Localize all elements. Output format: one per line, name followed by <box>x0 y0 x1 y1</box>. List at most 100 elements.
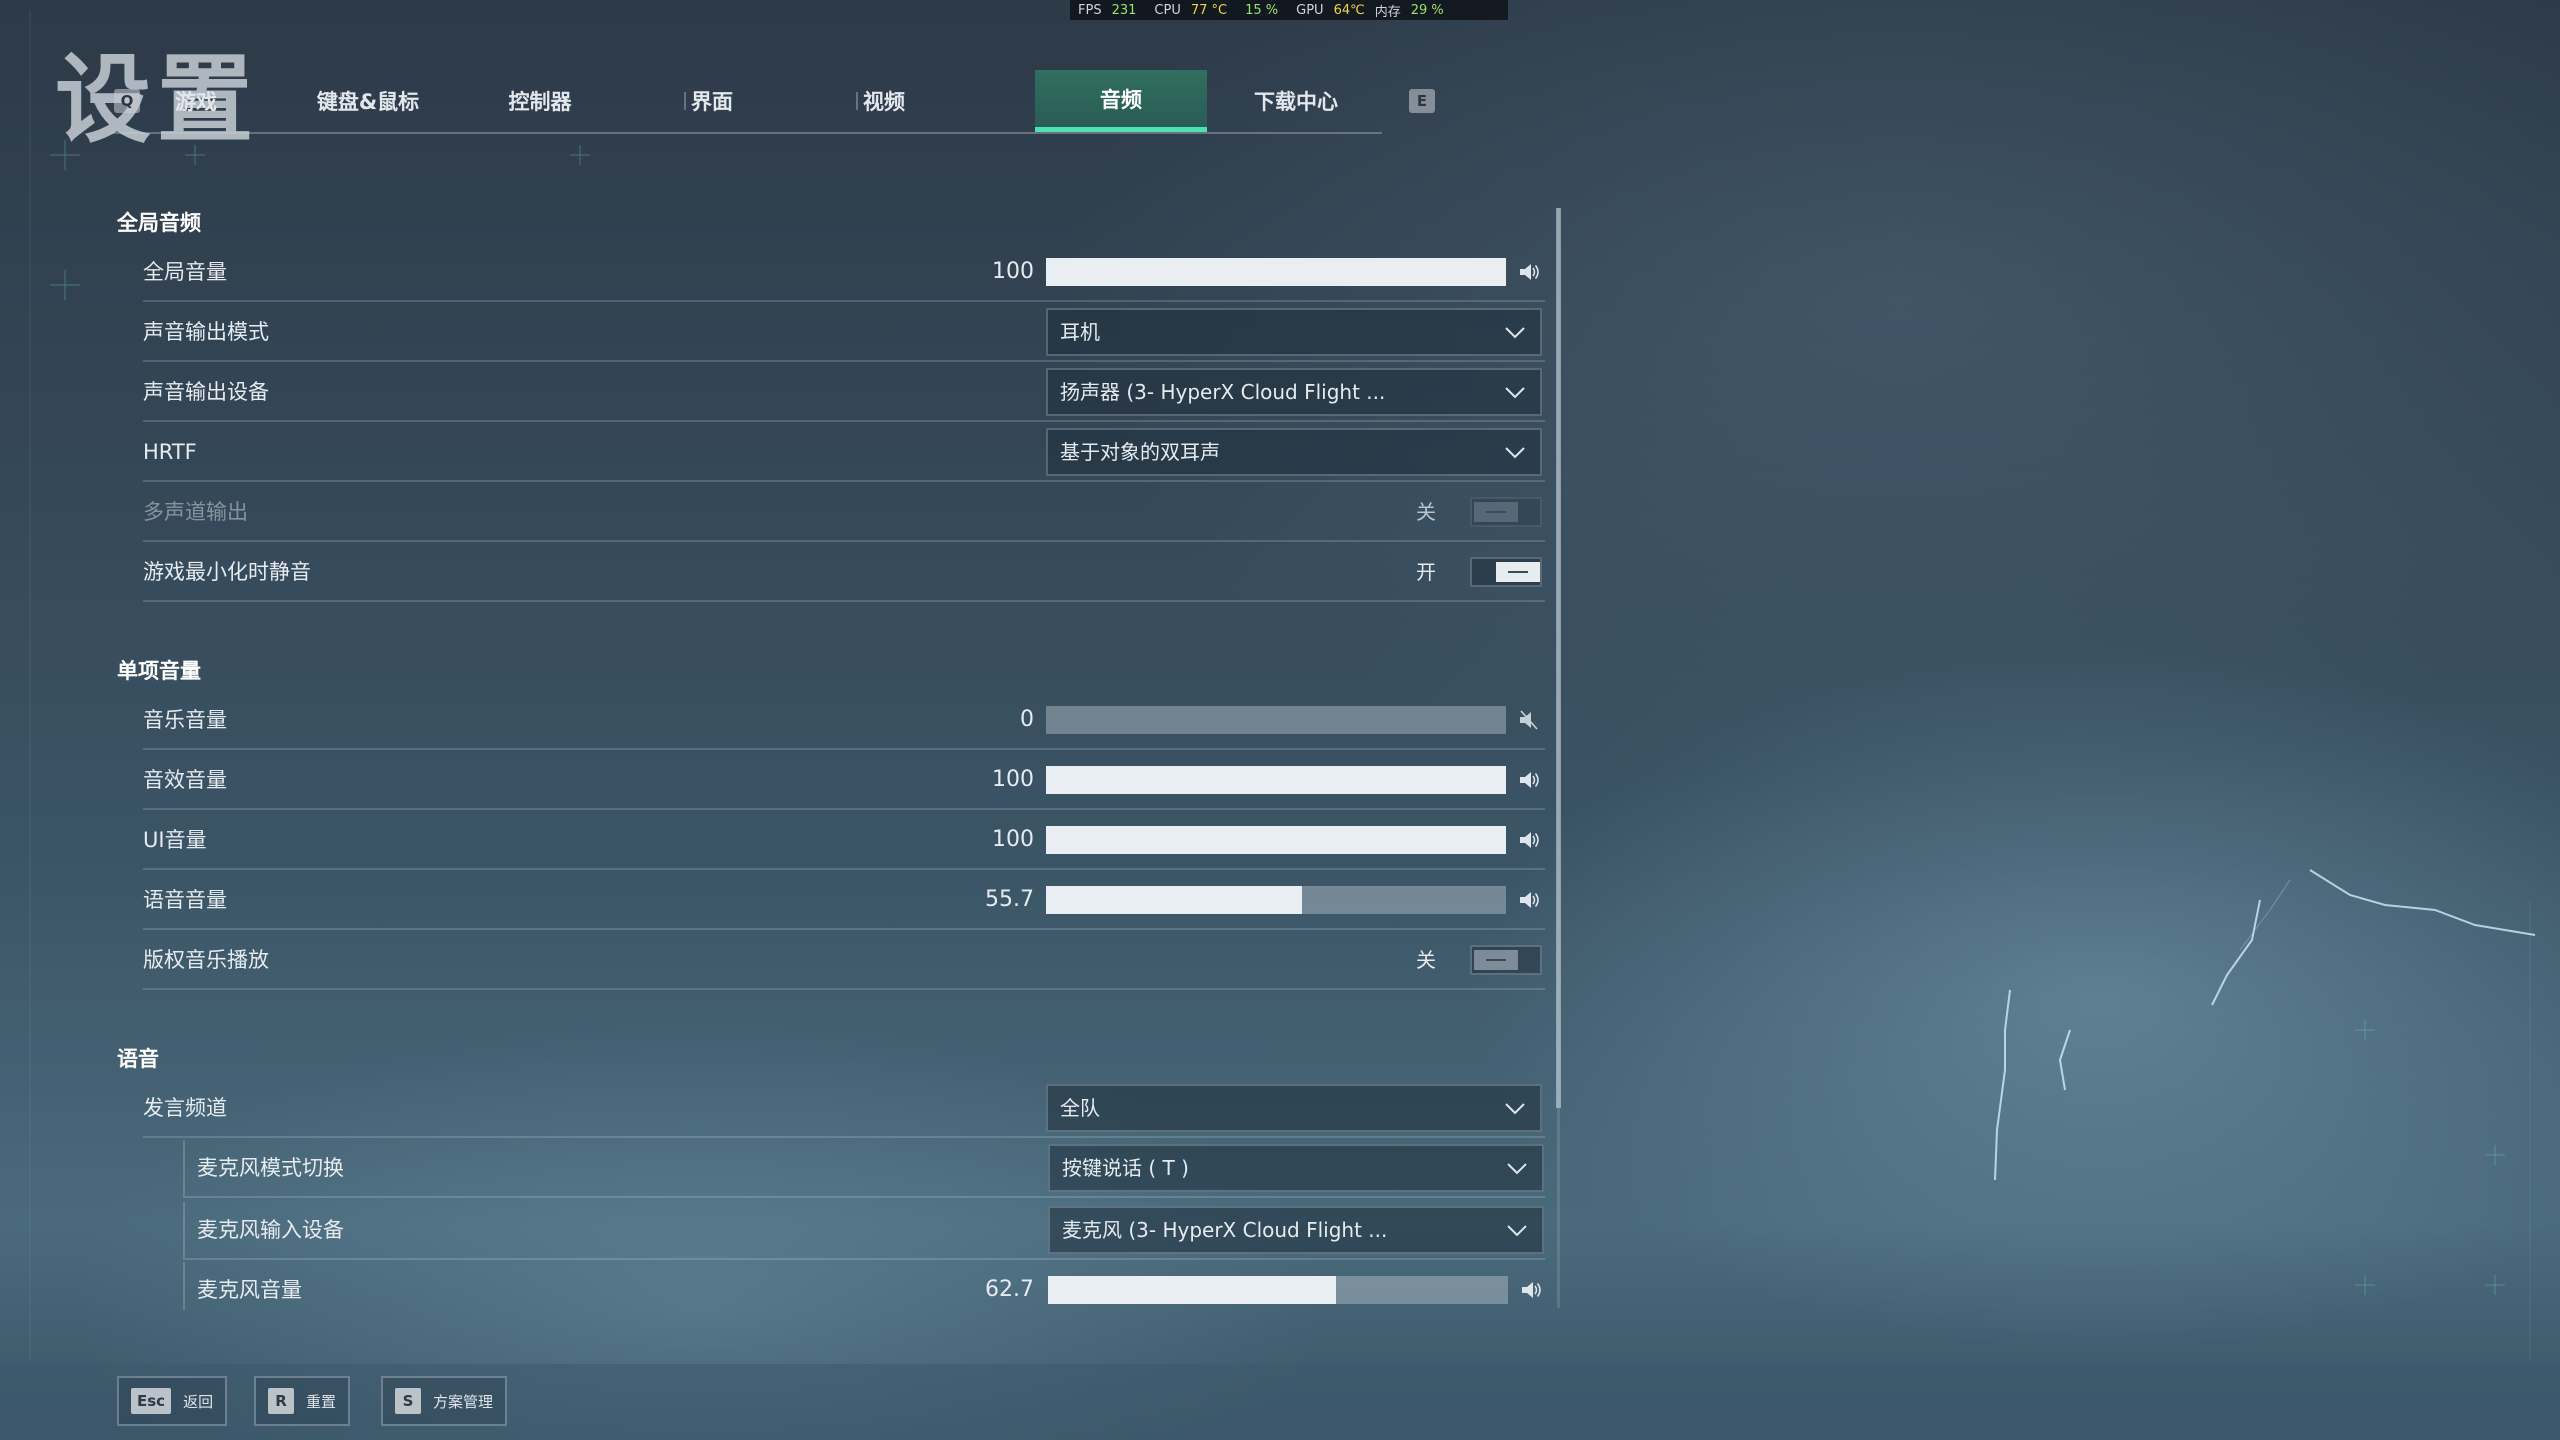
speaker-icon[interactable] <box>1518 829 1540 851</box>
setting-label: 麦克风音量 <box>197 1278 302 1302</box>
speaker-icon[interactable] <box>1518 261 1540 283</box>
setting-label: 发言频道 <box>143 1096 227 1120</box>
volume-value: 100 <box>992 827 1034 852</box>
slider-fill <box>1046 258 1506 286</box>
tab-video[interactable]: 视频 <box>798 70 970 132</box>
ui-volume-slider[interactable] <box>1046 826 1506 854</box>
slider-fill <box>1046 766 1506 794</box>
setting-voice-volume: 语音音量 55.7 <box>143 872 1545 930</box>
mic-mode-dropdown[interactable]: 按键说话 ( T ) <box>1048 1144 1544 1192</box>
scrollbar-thumb[interactable] <box>1556 208 1561 1108</box>
multichannel-toggle[interactable] <box>1470 497 1542 527</box>
next-tab-key[interactable]: E <box>1409 89 1435 113</box>
toggle-knob <box>1496 562 1540 582</box>
chevron-down-icon <box>1505 387 1525 399</box>
setting-label: 版权音乐播放 <box>143 948 269 972</box>
tab-label: 控制器 <box>508 90 572 114</box>
chevron-down-icon <box>1505 1103 1525 1115</box>
voice-volume-slider[interactable] <box>1046 886 1506 914</box>
tab-label: 视频 <box>863 90 905 114</box>
dropdown-selected-value: 扬声器 (3- HyperX Cloud Flight ... <box>1060 380 1386 404</box>
memory-usage: 29 % <box>1410 2 1444 18</box>
dropdown-selected-value: 基于对象的双耳声 <box>1060 440 1220 464</box>
lightning-decoration <box>1994 869 2536 1181</box>
back-button-label: 返回 <box>183 1392 214 1411</box>
cpu-usage: 15 % <box>1245 2 1279 18</box>
tab-controller[interactable]: 控制器 <box>454 70 626 132</box>
volume-value: 0 <box>1020 707 1034 732</box>
dropdown-selected-value: 耳机 <box>1060 320 1100 344</box>
speaker-icon[interactable] <box>1520 1279 1542 1301</box>
tab-keyboard-mouse[interactable]: 键盘&鼠标 <box>282 70 454 132</box>
chevron-down-icon <box>1505 327 1525 339</box>
setting-label: 麦克风模式切换 <box>197 1156 344 1180</box>
setting-sfx-volume: 音效音量 100 <box>143 752 1545 810</box>
volume-value: 62.7 <box>985 1277 1034 1302</box>
setting-label: 音乐音量 <box>143 708 227 732</box>
fps-value: 231 <box>1111 2 1137 18</box>
tab-label: 下载中心 <box>1254 90 1338 114</box>
setting-label: 麦克风输入设备 <box>197 1218 344 1242</box>
setting-voice-channel: 发言频道 全队 <box>143 1080 1545 1138</box>
setting-label: 全局音量 <box>143 260 227 284</box>
master-volume-slider[interactable] <box>1046 258 1506 286</box>
toggle-knob-dash <box>1508 571 1528 573</box>
mute-minimized-toggle[interactable] <box>1470 557 1542 587</box>
gpu-temp: 64℃ <box>1333 2 1365 18</box>
setting-label: 语音音量 <box>143 888 227 912</box>
output-device-dropdown[interactable]: 扬声器 (3- HyperX Cloud Flight ... <box>1046 368 1542 416</box>
setting-label: 音效音量 <box>143 768 227 792</box>
tab-bar: Q 游戏 键盘&鼠标 控制器 界面 视频 音频 下载中心 E <box>110 70 1435 134</box>
setting-label: 声音输出模式 <box>143 320 269 344</box>
chevron-down-icon <box>1505 447 1525 459</box>
section-title-voice: 语音 <box>117 1047 159 1071</box>
setting-label: UI音量 <box>143 828 207 852</box>
cpu-label: CPU <box>1154 2 1181 18</box>
toggle-knob <box>1474 502 1518 522</box>
key-hint-esc: Esc <box>131 1388 172 1414</box>
speaker-muted-icon[interactable] <box>1518 709 1540 731</box>
setting-label: 声音输出设备 <box>143 380 269 404</box>
setting-label: 游戏最小化时静音 <box>143 560 311 584</box>
speaker-icon[interactable] <box>1518 889 1540 911</box>
tab-label: 音频 <box>1100 87 1142 112</box>
mic-volume-slider[interactable] <box>1048 1276 1508 1304</box>
setting-output-device: 声音输出设备 扬声器 (3- HyperX Cloud Flight ... <box>143 364 1545 422</box>
back-button[interactable]: Esc 返回 <box>117 1376 228 1426</box>
dropdown-selected-value: 按键说话 ( T ) <box>1062 1156 1189 1180</box>
chevron-down-icon <box>1507 1163 1527 1175</box>
tab-audio[interactable]: 音频 <box>1035 70 1207 132</box>
volume-value: 100 <box>992 767 1034 792</box>
preset-manager-button[interactable]: S 方案管理 <box>381 1376 508 1426</box>
setting-licensed-music: 版权音乐播放 关 <box>143 932 1545 990</box>
output-mode-dropdown[interactable]: 耳机 <box>1046 308 1542 356</box>
setting-label: HRTF <box>143 440 197 464</box>
licensed-music-toggle[interactable] <box>1470 945 1542 975</box>
mic-device-dropdown[interactable]: 麦克风 (3- HyperX Cloud Flight ... <box>1048 1206 1544 1254</box>
setting-ui-volume: UI音量 100 <box>143 812 1545 870</box>
tab-label: 界面 <box>691 90 733 114</box>
setting-master-volume: 全局音量 100 <box>143 244 1545 302</box>
key-hint-s: S <box>395 1388 421 1414</box>
reset-button[interactable]: R 重置 <box>254 1376 351 1426</box>
setting-mic-device: 麦克风输入设备 麦克风 (3- HyperX Cloud Flight ... <box>183 1202 1545 1260</box>
speaker-icon[interactable] <box>1518 769 1540 791</box>
tab-interface[interactable]: 界面 <box>626 70 798 132</box>
slider-fill <box>1046 886 1303 914</box>
setting-music-volume: 音乐音量 0 <box>143 692 1545 750</box>
toggle-state-label: 开 <box>1416 560 1436 584</box>
dropdown-selected-value: 全队 <box>1060 1096 1100 1120</box>
music-volume-slider[interactable] <box>1046 706 1506 734</box>
tab-game[interactable]: 游戏 <box>110 70 282 132</box>
sfx-volume-slider[interactable] <box>1046 766 1506 794</box>
setting-hrtf: HRTF 基于对象的双耳声 <box>143 424 1545 482</box>
hrtf-dropdown[interactable]: 基于对象的双耳声 <box>1046 428 1542 476</box>
dropdown-selected-value: 麦克风 (3- HyperX Cloud Flight ... <box>1062 1218 1388 1242</box>
toggle-knob-dash <box>1486 511 1506 513</box>
cpu-temp: 77 °C <box>1190 2 1228 18</box>
tab-download-center[interactable]: 下载中心 <box>1210 70 1382 132</box>
voice-channel-dropdown[interactable]: 全队 <box>1046 1084 1542 1132</box>
volume-value: 55.7 <box>985 887 1034 912</box>
setting-mic-volume: 麦克风音量 62.7 <box>183 1262 1545 1310</box>
section-title-global-audio: 全局音频 <box>117 211 201 235</box>
